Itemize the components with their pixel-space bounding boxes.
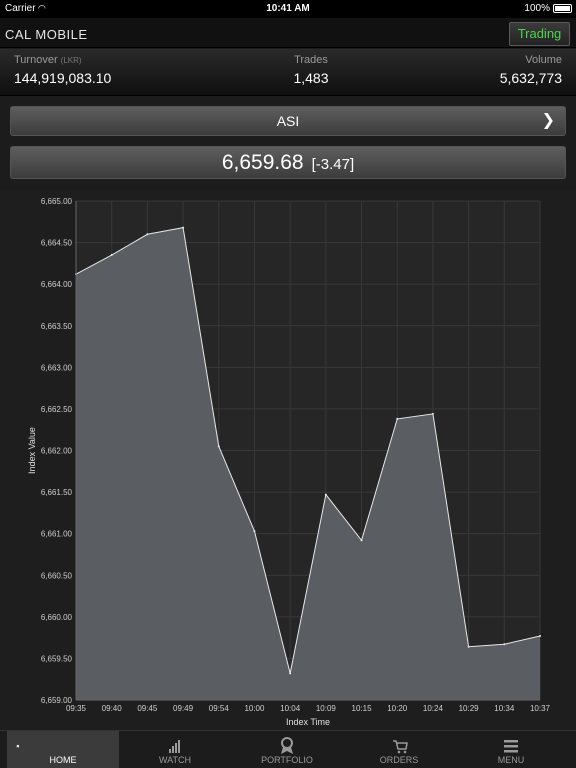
index-chart: 6,659.00 6,659.50 6,660.00 6,660.50 6,661.00…	[0, 190, 576, 730]
x-tick-label: 09:45	[137, 704, 158, 713]
x-tick-label: 09:35	[66, 704, 87, 713]
data-point	[110, 254, 113, 257]
tab-menu[interactable]: MENU	[455, 731, 567, 768]
data-point	[253, 530, 256, 533]
tab-watch[interactable]: WATCH	[119, 731, 231, 768]
y-tick-label: 6,661.00	[41, 530, 73, 539]
y-tick-label: 6,662.00	[41, 447, 73, 456]
tab-orders-label: ORDERS	[379, 755, 419, 765]
x-tick-label: 10:29	[459, 704, 480, 713]
tab-portfolio-label: PORTFOLIO	[261, 755, 313, 765]
y-tick-label: 6,660.50	[41, 571, 73, 580]
y-tick-label: 6,664.00	[41, 280, 73, 289]
y-tick-label: 6,660.00	[41, 613, 73, 622]
volume-stat: Volume 5,632,773	[500, 54, 562, 86]
tab-portfolio[interactable]: PORTFOLIO	[231, 731, 343, 768]
x-tick-label: 10:24	[423, 704, 444, 713]
volume-label: Volume	[525, 54, 562, 66]
y-tick-label: 6,663.00	[41, 363, 73, 372]
x-tick-label: 10:34	[494, 704, 515, 713]
trades-stat: Trades 1,483	[0, 54, 576, 86]
index-change: [-3.47]	[311, 156, 355, 173]
cart-icon	[393, 740, 408, 754]
data-point	[324, 493, 327, 496]
trades-label: Trades	[294, 54, 328, 66]
x-tick-label: 10:09	[316, 704, 337, 713]
data-point	[503, 643, 506, 646]
y-axis-title: Index Value	[27, 427, 37, 474]
volume-value: 5,632,773	[499, 70, 562, 86]
data-point	[182, 226, 185, 229]
app-header: CAL MOBILE Trading	[0, 18, 576, 48]
status-bar: Carrier ◠ 10:41 AM 100%	[0, 0, 576, 18]
x-tick-label: 10:15	[352, 704, 373, 713]
x-tick-label: 09:40	[102, 704, 123, 713]
y-tick-label: 6,665.00	[41, 197, 73, 206]
home-icon	[16, 744, 20, 748]
tab-bar: HOME WATCH PORTFOLIO ORDERS MENU	[0, 730, 576, 768]
data-point	[289, 672, 292, 675]
menu-icon	[504, 740, 518, 753]
data-point	[146, 233, 149, 236]
battery-icon	[553, 4, 572, 13]
market-stats-bar: Turnover (LKR) 144,919,083.10 Trades 1,4…	[0, 49, 576, 96]
x-tick-label: 09:54	[209, 704, 230, 713]
battery-percent: 100%	[524, 3, 550, 14]
data-point	[360, 539, 363, 542]
data-point	[467, 645, 470, 648]
bar-chart-icon	[169, 740, 180, 753]
x-tick-label: 09:49	[173, 704, 194, 713]
x-tick-label: 10:00	[244, 704, 265, 713]
tab-menu-label: MENU	[497, 755, 525, 765]
tab-home-label: HOME	[49, 755, 77, 765]
index-chart-svg: 6,659.006,659.506,660.006,660.506,661.00…	[27, 197, 551, 727]
x-tick-label: 10:20	[387, 704, 408, 713]
y-tick-label: 6,659.50	[41, 654, 73, 663]
tab-orders[interactable]: ORDERS	[343, 731, 455, 768]
data-point	[431, 412, 434, 415]
data-point	[217, 445, 220, 448]
tab-home[interactable]: HOME	[7, 731, 119, 768]
x-axis-title: Index Time	[286, 717, 330, 727]
trading-button[interactable]: Trading	[509, 22, 570, 46]
index-selector-label: ASI	[276, 113, 300, 129]
x-tick-label: 10:37	[530, 704, 551, 713]
data-point	[396, 417, 399, 420]
clock: 10:41 AM	[266, 3, 310, 14]
index-value: 6,659.68	[221, 151, 304, 174]
index-selector-button[interactable]: ASI ❯	[10, 106, 566, 136]
ribbon-icon	[281, 737, 293, 754]
app-title: CAL MOBILE	[5, 27, 88, 42]
y-tick-label: 6,662.50	[41, 405, 73, 414]
index-value-display: 6,659.68 [-3.47]	[10, 146, 566, 179]
y-tick-label: 6,661.50	[41, 488, 73, 497]
x-tick-label: 10:04	[280, 704, 301, 713]
chevron-right-icon: ❯	[541, 112, 555, 129]
data-point	[539, 634, 541, 637]
y-tick-label: 6,664.50	[41, 239, 73, 248]
tab-watch-label: WATCH	[159, 755, 191, 765]
y-tick-label: 6,663.50	[41, 322, 73, 331]
trades-value: 1,483	[293, 70, 329, 86]
